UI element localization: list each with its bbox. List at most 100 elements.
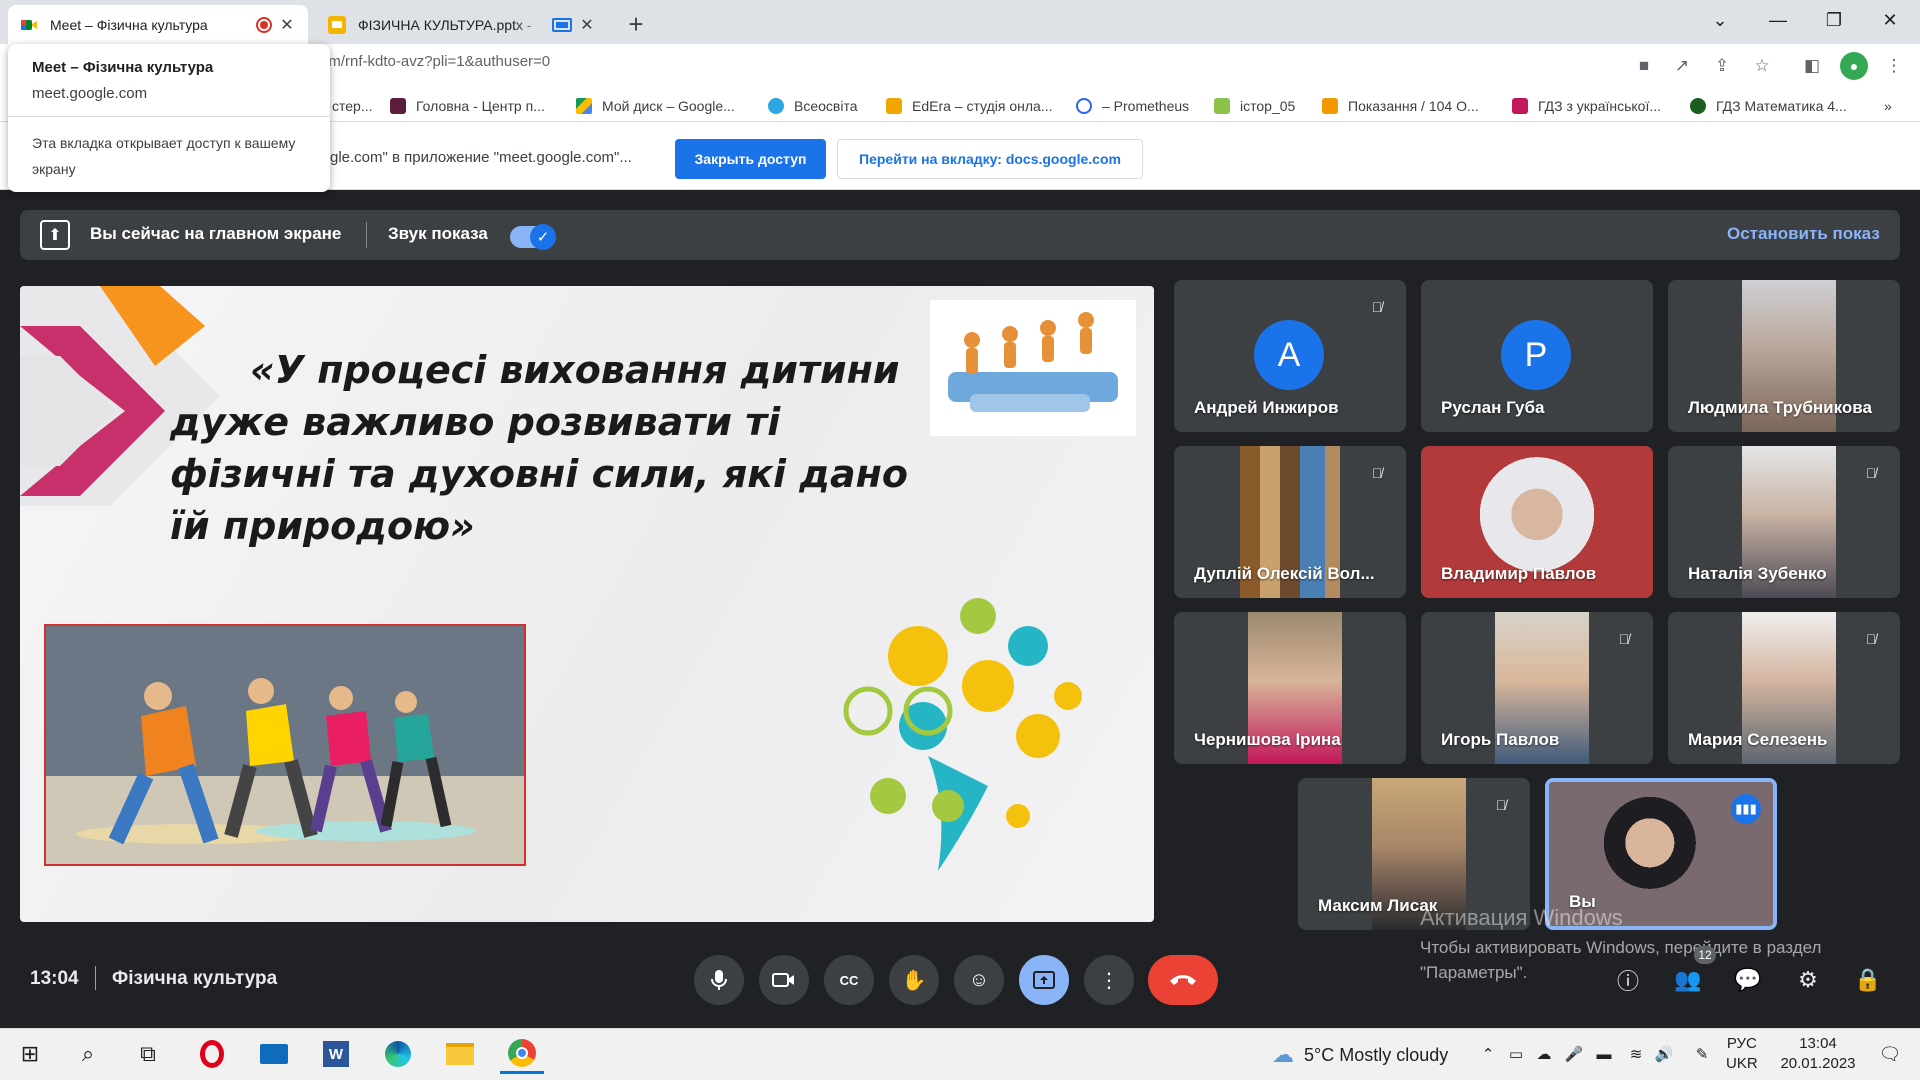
close-tab-icon[interactable]: ✕ [278, 16, 296, 34]
bookmark-item[interactable]: – Prometheus [1076, 93, 1189, 119]
wifi-icon[interactable]: ≋ [1624, 1042, 1648, 1066]
close-tab-icon[interactable]: ✕ [578, 16, 596, 34]
profile-avatar[interactable]: ● [1840, 52, 1868, 80]
present-button[interactable] [1019, 955, 1069, 1005]
participant-tile[interactable]: P Руслан Губа [1421, 280, 1653, 432]
bookmark-icon [1322, 98, 1338, 114]
cloud-icon: ☁ [1272, 1042, 1294, 1067]
onedrive-icon[interactable]: ☁ [1532, 1042, 1556, 1066]
info-icon[interactable]: ⓘ [1610, 962, 1646, 998]
raise-hand-button[interactable]: ✋ [889, 955, 939, 1005]
open-external-icon[interactable]: ↗ [1670, 54, 1694, 78]
participant-name: Владимир Павлов [1441, 564, 1597, 583]
mail-icon[interactable] [252, 1034, 296, 1074]
minimize-button[interactable]: — [1750, 0, 1806, 40]
language-indicator[interactable]: РУС UKR [1726, 1034, 1758, 1074]
book-icon [1512, 98, 1528, 114]
bookmark-item[interactable]: Мой диск – Google... [576, 93, 735, 119]
search-icon[interactable]: ⌕ [66, 1034, 110, 1074]
participant-name: Андрей Инжиров [1194, 398, 1339, 417]
side-panel-icon[interactable]: ◧ [1800, 54, 1824, 78]
edge-icon[interactable] [376, 1034, 420, 1074]
tab-search-icon[interactable]: ⌄ [1692, 0, 1748, 40]
hover-card-note: Эта вкладка открывает доступ к вашему эк… [32, 135, 296, 177]
camera-icon[interactable]: ■ [1632, 54, 1656, 78]
tab-meet[interactable]: Meet – Фізична культура ✕ [8, 5, 308, 44]
bookmark-item[interactable]: ГДЗ Математика 4... [1690, 93, 1847, 119]
participant-tile[interactable]: 🎙̸ Наталія Зубенко [1668, 446, 1900, 598]
opera-icon[interactable] [190, 1034, 234, 1074]
word-icon[interactable]: W [314, 1034, 358, 1074]
share-sound-toggle[interactable]: ✓ [510, 224, 556, 250]
chevron-up-icon[interactable]: ⌃ [1476, 1042, 1500, 1066]
file-explorer-icon[interactable] [438, 1034, 482, 1074]
activities-icon[interactable]: ⚙ [1790, 962, 1826, 998]
windows-start-icon[interactable]: ⊞ [8, 1034, 52, 1074]
address-bar[interactable]: om/rnf-kdto-avz?pli=1&authuser=0 [320, 53, 550, 70]
new-tab-button[interactable]: + [622, 9, 650, 39]
slides-icon [328, 15, 346, 34]
microphone-icon[interactable]: 🎤 [1562, 1042, 1586, 1066]
notifications-icon[interactable]: 🗨 [1878, 1042, 1902, 1066]
bookmark-item[interactable]: стер... [332, 93, 373, 119]
share-icon[interactable]: ⇪ [1710, 54, 1734, 78]
mic-off-icon: 🎙̸ [1865, 631, 1877, 647]
pen-icon[interactable]: ✎ [1690, 1042, 1714, 1066]
chrome-icon[interactable] [500, 1034, 544, 1074]
emoji-button[interactable]: ☺ [954, 955, 1004, 1005]
maximize-button[interactable]: ❐ [1806, 0, 1862, 40]
meeting-time: 13:04 [30, 968, 79, 989]
avatar: P [1501, 320, 1571, 390]
tab-slides[interactable]: ФІЗИЧНА КУЛЬТУРА.pptx - ✕ [316, 5, 608, 44]
chat-icon[interactable]: 💬 [1730, 962, 1766, 998]
mic-button[interactable] [694, 955, 744, 1005]
teamwork-illustration [930, 300, 1136, 436]
people-icon[interactable]: 👥 [1670, 962, 1706, 998]
bookmark-item[interactable]: Головна - Центр п... [390, 93, 545, 119]
captions-button[interactable]: CC [824, 955, 874, 1005]
stop-presenting-link[interactable]: Остановить показ [1727, 224, 1880, 244]
present-screen-icon: ⬆ [40, 220, 70, 250]
participant-tile[interactable]: Владимир Павлов [1421, 446, 1653, 598]
participant-tile[interactable]: 🎙̸ Дуплій Олексій Вол... [1174, 446, 1406, 598]
leave-call-button[interactable] [1148, 955, 1218, 1005]
battery-icon[interactable]: ▬ [1592, 1042, 1616, 1066]
participant-tile[interactable]: 🎙̸ Мария Селезень [1668, 612, 1900, 764]
bookmark-item[interactable]: ГДЗ з української... [1512, 93, 1661, 119]
taskbar-clock[interactable]: 13:04 20.01.2023 [1770, 1034, 1866, 1074]
speaking-indicator-icon: ▮▮▮ [1731, 794, 1761, 824]
recording-icon [256, 16, 272, 33]
bookmark-star-icon[interactable]: ☆ [1750, 54, 1774, 78]
hover-card-title: Meet – Фізична культура [32, 59, 214, 76]
volume-icon[interactable]: 🔊 [1652, 1042, 1676, 1066]
meet-icon [20, 16, 38, 34]
host-controls-icon[interactable]: 🔒 [1850, 962, 1886, 998]
participant-tile[interactable]: Чернишова Ірина [1174, 612, 1406, 764]
divider [8, 116, 330, 117]
participant-tile[interactable]: 🎙̸ Игорь Павлов [1421, 612, 1653, 764]
windows-activation-title: Активация Windows [1420, 905, 1623, 930]
switch-tab-button[interactable]: Перейти на вкладку: docs.google.com [837, 139, 1143, 179]
mic-off-icon: 🎙̸ [1371, 299, 1383, 315]
participant-name: Людмила Трубникова [1688, 398, 1872, 417]
mic-off-icon: 🎙̸ [1618, 631, 1630, 647]
bookmark-item[interactable]: EdEra – студія онла... [886, 93, 1052, 119]
participant-tile[interactable]: Людмила Трубникова [1668, 280, 1900, 432]
more-options-button[interactable]: ⋮ [1084, 955, 1134, 1005]
stop-sharing-button[interactable]: Закрыть доступ [675, 139, 826, 179]
mic-off-icon: 🎙̸ [1495, 797, 1507, 813]
weather-widget[interactable]: ☁ 5°C Mostly cloudy [1268, 1042, 1448, 1067]
tab-title: ФІЗИЧНА КУЛЬТУРА.pptx - [358, 16, 532, 33]
share-sound-label: Звук показа [388, 224, 488, 243]
bookmark-item[interactable]: істор_05 [1214, 93, 1295, 119]
bookmark-item[interactable]: Всеосвіта [768, 93, 858, 119]
close-window-button[interactable]: ✕ [1862, 0, 1918, 40]
participant-name: Мария Селезень [1688, 730, 1828, 749]
camera-button[interactable] [759, 955, 809, 1005]
task-view-icon[interactable]: ⧉ [126, 1034, 170, 1074]
menu-dots-icon[interactable]: ⋮ [1882, 54, 1906, 78]
meet-tray-icon[interactable]: ▭ [1504, 1042, 1528, 1066]
more-bookmarks-button[interactable]: » [1884, 93, 1892, 119]
bookmark-item[interactable]: Показання / 104 О... [1322, 93, 1479, 119]
participant-tile[interactable]: A 🎙̸ Андрей Инжиров [1174, 280, 1406, 432]
